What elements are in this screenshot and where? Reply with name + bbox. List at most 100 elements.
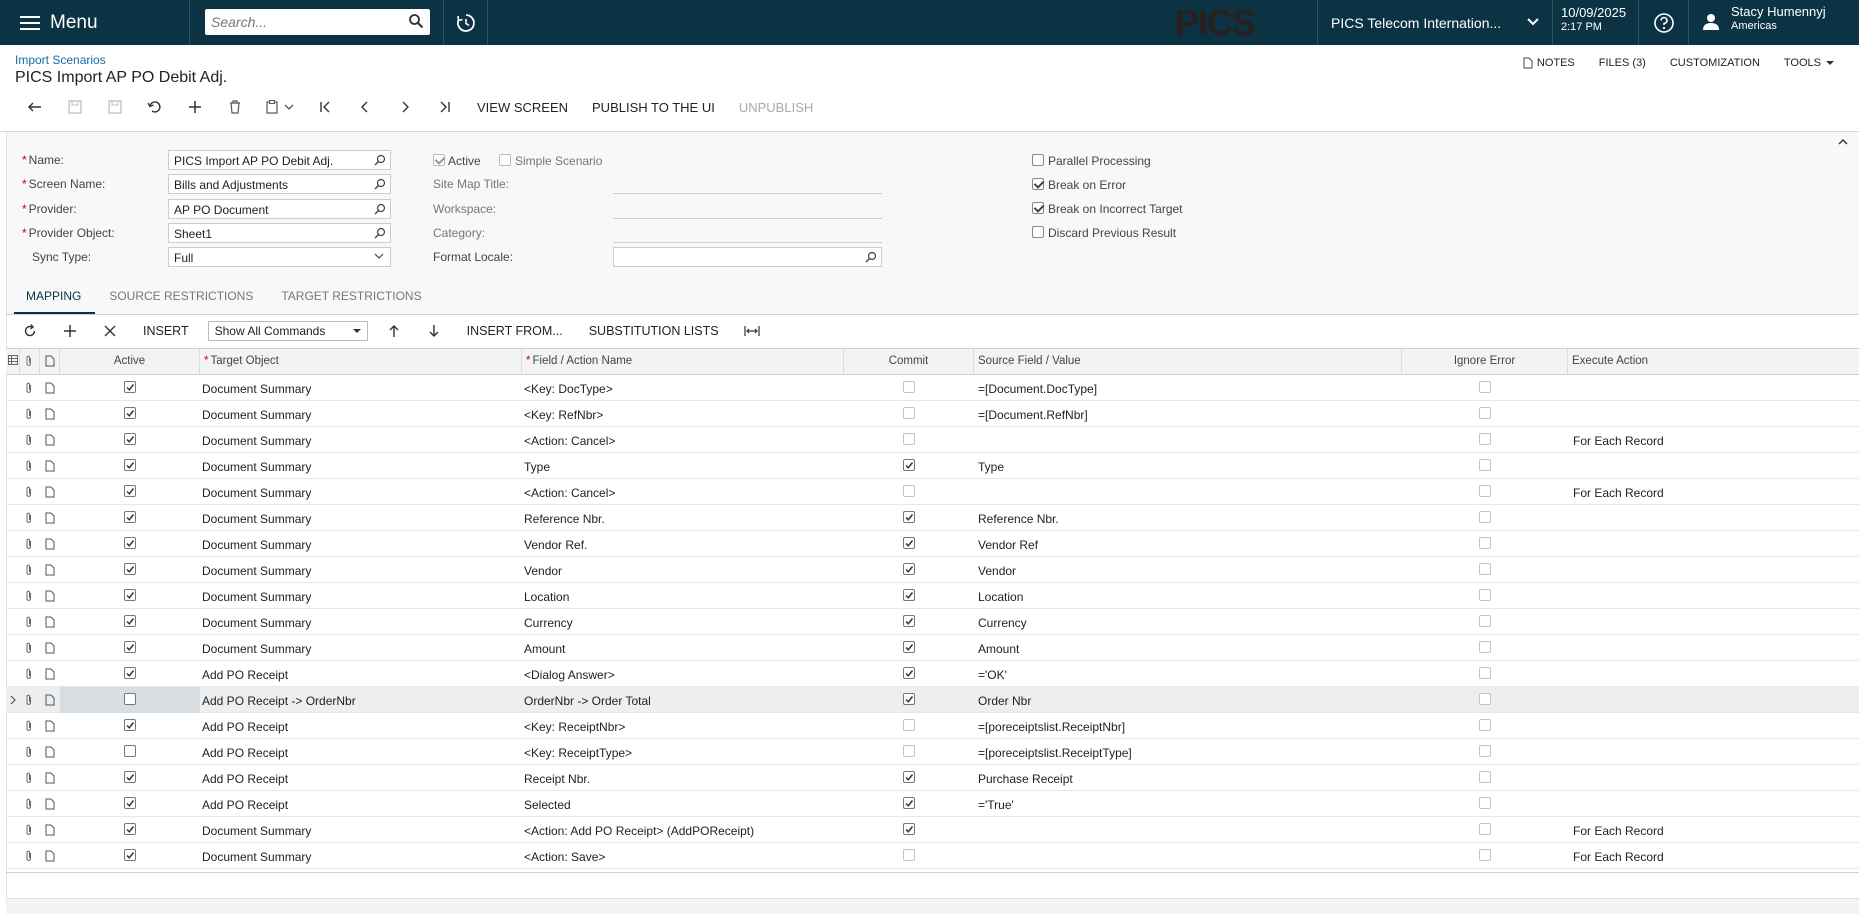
source-field-cell[interactable] xyxy=(974,479,1402,505)
ignore-error-checkbox[interactable] xyxy=(1479,407,1491,419)
previous-record-button[interactable] xyxy=(345,92,385,122)
target-object-cell[interactable]: Add PO Receipt xyxy=(202,661,520,687)
row-notes-button[interactable] xyxy=(45,557,59,583)
customization-link[interactable]: CUSTOMIZATION xyxy=(1670,57,1760,69)
row-active-cell[interactable] xyxy=(60,609,200,635)
grid-settings-column[interactable] xyxy=(6,349,20,375)
break-on-error-checkbox[interactable] xyxy=(1032,178,1044,190)
execute-action-cell[interactable]: For Each Record xyxy=(1568,479,1859,505)
row-files-button[interactable] xyxy=(25,609,39,635)
commit-checkbox[interactable] xyxy=(903,615,915,627)
commit-checkbox[interactable] xyxy=(903,407,915,419)
row-commit-cell[interactable] xyxy=(844,661,974,687)
row-commit-cell[interactable] xyxy=(844,453,974,479)
target-object-cell[interactable]: Add PO Receipt -> OrderNbr xyxy=(202,687,520,713)
row-active-cell[interactable] xyxy=(60,531,200,557)
field-action-cell[interactable]: Currency xyxy=(524,609,842,635)
source-field-cell[interactable]: =[poreceiptslist.ReceiptType] xyxy=(974,739,1402,765)
execute-action-cell[interactable] xyxy=(1568,401,1859,427)
last-record-button[interactable] xyxy=(425,92,465,122)
row-active-cell[interactable] xyxy=(60,843,200,869)
row-active-cell[interactable] xyxy=(60,557,200,583)
field-action-cell[interactable]: <Key: DocType> xyxy=(524,375,842,401)
row-active-cell[interactable] xyxy=(60,791,200,817)
provider-object-field[interactable]: Sheet1 xyxy=(168,223,391,243)
row-ignore-error-cell[interactable] xyxy=(1402,661,1568,687)
row-commit-cell[interactable] xyxy=(844,401,974,427)
field-action-cell[interactable]: Vendor xyxy=(524,557,842,583)
execute-action-cell[interactable] xyxy=(1568,765,1859,791)
row-files-button[interactable] xyxy=(25,505,39,531)
row-files-button[interactable] xyxy=(25,427,39,453)
row-active-cell[interactable] xyxy=(60,583,200,609)
parallel-processing-checkbox[interactable] xyxy=(1032,154,1044,166)
commit-checkbox[interactable] xyxy=(903,433,915,445)
target-object-cell[interactable]: Add PO Receipt xyxy=(202,739,520,765)
commit-checkbox[interactable] xyxy=(903,849,915,861)
execute-action-cell[interactable] xyxy=(1568,583,1859,609)
table-row[interactable]: Document Summary Location Location xyxy=(6,583,1859,609)
active-column-header[interactable]: Active xyxy=(60,349,200,375)
row-notes-button[interactable] xyxy=(45,687,59,713)
execute-action-cell[interactable] xyxy=(1568,531,1859,557)
execute-action-cell[interactable]: For Each Record xyxy=(1568,817,1859,843)
ignore-error-checkbox[interactable] xyxy=(1479,381,1491,393)
table-row[interactable]: Add PO Receipt Receipt Nbr. Purchase Recei… xyxy=(6,765,1859,791)
back-button[interactable] xyxy=(15,92,55,122)
breadcrumb[interactable]: Import Scenarios xyxy=(15,53,106,67)
target-object-cell[interactable]: Document Summary xyxy=(202,635,520,661)
files-link[interactable]: FILES (3) xyxy=(1599,57,1646,69)
source-field-cell[interactable]: Vendor xyxy=(974,557,1402,583)
row-active-cell[interactable] xyxy=(60,635,200,661)
insert-button[interactable]: INSERT xyxy=(130,324,202,338)
source-field-cell[interactable]: Location xyxy=(974,583,1402,609)
row-files-button[interactable] xyxy=(25,791,39,817)
category-field[interactable] xyxy=(613,242,882,243)
ignore-error-checkbox[interactable] xyxy=(1479,615,1491,627)
target-object-cell[interactable]: Add PO Receipt xyxy=(202,791,520,817)
commit-checkbox[interactable] xyxy=(903,745,915,757)
target-object-cell[interactable]: Add PO Receipt xyxy=(202,765,520,791)
row-ignore-error-cell[interactable] xyxy=(1402,375,1568,401)
field-action-cell[interactable]: OrderNbr -> Order Total xyxy=(524,687,842,713)
insert-from-button[interactable]: INSERT FROM... xyxy=(454,324,576,338)
row-commit-cell[interactable] xyxy=(844,817,974,843)
row-ignore-error-cell[interactable] xyxy=(1402,739,1568,765)
row-files-button[interactable] xyxy=(25,583,39,609)
execute-action-cell[interactable] xyxy=(1568,557,1859,583)
execute-action-cell[interactable] xyxy=(1568,505,1859,531)
row-notes-button[interactable] xyxy=(45,401,59,427)
row-files-button[interactable] xyxy=(25,531,39,557)
discard-previous-result-checkbox[interactable] xyxy=(1032,226,1044,238)
main-menu-button[interactable]: Menu xyxy=(0,0,190,45)
source-field-cell[interactable]: Order Nbr xyxy=(974,687,1402,713)
notes-link[interactable]: NOTES xyxy=(1523,57,1575,69)
table-row[interactable]: Document Summary Amount Amount xyxy=(6,635,1859,661)
row-notes-button[interactable] xyxy=(45,531,59,557)
table-row[interactable]: Document Summary <Action: Cancel> For Each… xyxy=(6,479,1859,505)
ignore-error-checkbox[interactable] xyxy=(1479,641,1491,653)
table-row[interactable]: Add PO Receipt Selected ='True' xyxy=(6,791,1859,817)
active-checkbox[interactable] xyxy=(433,154,445,166)
field-action-cell[interactable]: Receipt Nbr. xyxy=(524,765,842,791)
row-ignore-error-cell[interactable] xyxy=(1402,531,1568,557)
target-object-cell[interactable]: Document Summary xyxy=(202,401,520,427)
commit-checkbox[interactable] xyxy=(903,667,915,679)
row-notes-button[interactable] xyxy=(45,635,59,661)
execute-action-cell[interactable] xyxy=(1568,687,1859,713)
source-field-cell[interactable]: Type xyxy=(974,453,1402,479)
execute-action-cell[interactable] xyxy=(1568,609,1859,635)
break-on-incorrect-target-checkbox[interactable] xyxy=(1032,202,1044,214)
row-commit-cell[interactable] xyxy=(844,843,974,869)
row-commit-cell[interactable] xyxy=(844,609,974,635)
active-checkbox[interactable] xyxy=(124,849,136,861)
delete-button[interactable] xyxy=(215,92,255,122)
source-field-cell[interactable]: ='True' xyxy=(974,791,1402,817)
row-files-button[interactable] xyxy=(25,661,39,687)
field-action-cell[interactable]: <Action: Cancel> xyxy=(524,479,842,505)
target-object-column-header[interactable]: * Target Object xyxy=(200,349,522,375)
row-commit-cell[interactable] xyxy=(844,505,974,531)
table-row[interactable]: Document Summary <Action: Add PO Receipt>… xyxy=(6,817,1859,843)
commit-checkbox[interactable] xyxy=(903,719,915,731)
row-commit-cell[interactable] xyxy=(844,791,974,817)
